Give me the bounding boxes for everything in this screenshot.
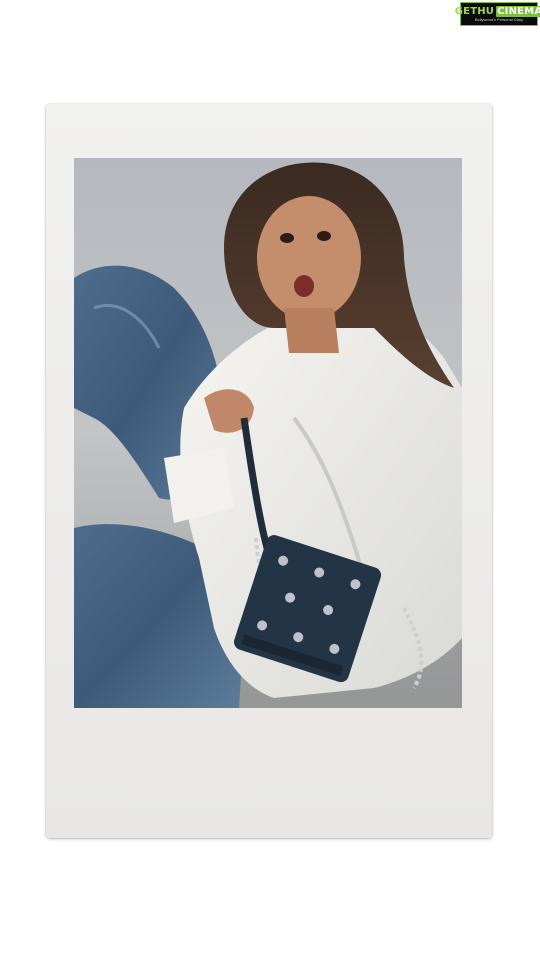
watermark-tagline: Bollywood's Personal Diary: [474, 16, 524, 22]
photo-icon: [74, 158, 462, 708]
instant-photo-frame: [46, 104, 492, 838]
gethu-cinema-watermark: GETHU CINEMA Bollywood's Personal Diary: [455, 2, 540, 26]
story-page: GETHU CINEMA Bollywood's Personal Diary: [0, 0, 540, 960]
watermark-logo: GETHU CINEMA: [454, 5, 540, 17]
open-mouth: [294, 275, 314, 297]
photo[interactable]: [74, 158, 462, 708]
watermark-brand-right: CINEMA: [496, 5, 540, 17]
watermark-brand-left: GETHU: [454, 5, 495, 17]
eye-left: [280, 233, 294, 243]
neck: [284, 308, 339, 353]
eye-right: [317, 231, 331, 241]
face: [257, 196, 361, 320]
